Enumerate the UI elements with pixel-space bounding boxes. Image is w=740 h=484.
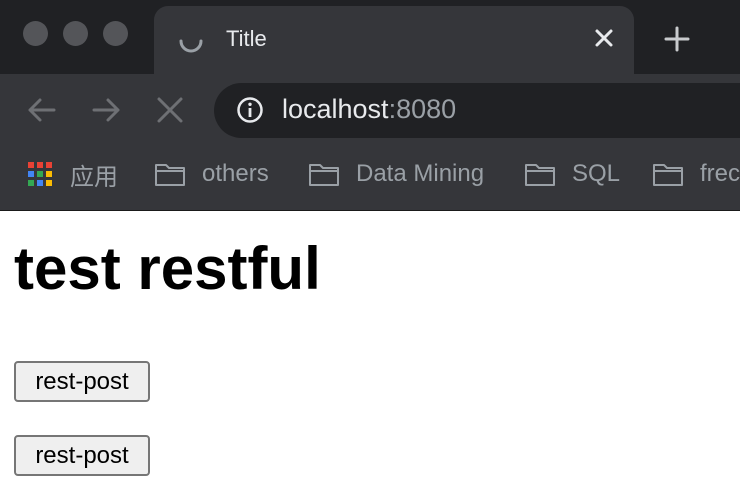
window-minimize-light[interactable] <box>63 21 88 46</box>
bookmark-others[interactable]: others <box>154 156 269 192</box>
window-close-light[interactable] <box>23 21 48 46</box>
bookmark-label: SQL <box>572 160 621 187</box>
bookmark-label: 应用 <box>70 163 118 191</box>
browser-chrome: Title localhost:8080 应用 others Data Mini… <box>0 0 740 211</box>
page-content: test restful rest-post rest-post <box>0 211 740 484</box>
loading-spinner-icon <box>179 39 203 53</box>
url-text[interactable]: localhost:8080 <box>282 94 456 125</box>
window-zoom-light[interactable] <box>103 21 128 46</box>
url-port: :8080 <box>388 94 457 124</box>
tab-strip: Title <box>0 0 740 74</box>
page-heading: test restful <box>14 235 321 302</box>
folder-icon <box>653 164 683 186</box>
bookmark-frec[interactable]: frec <box>652 156 740 192</box>
tab-close-icon[interactable] <box>590 24 618 52</box>
rest-post-button[interactable]: rest-post <box>14 435 150 476</box>
address-bar[interactable]: localhost:8080 <box>214 83 740 138</box>
forward-arrow-icon[interactable] <box>88 92 124 128</box>
bookmark-apps[interactable]: 应用 <box>28 156 118 192</box>
bookmark-label: others <box>202 160 269 187</box>
bookmark-label: frec <box>700 160 740 187</box>
new-tab-icon[interactable] <box>662 24 692 54</box>
bookmark-data-mining[interactable]: Data Mining <box>308 156 484 192</box>
back-arrow-icon[interactable] <box>24 92 60 128</box>
site-info-icon[interactable] <box>236 96 264 124</box>
bookmark-label: Data Mining <box>356 160 485 187</box>
tab-active[interactable]: Title <box>154 6 634 74</box>
bookmark-sql[interactable]: SQL <box>524 156 620 192</box>
stop-loading-icon[interactable] <box>152 92 188 128</box>
url-host: localhost <box>282 94 389 124</box>
folder-icon <box>155 164 185 186</box>
folder-icon <box>525 164 555 186</box>
apps-grid-icon <box>28 162 52 186</box>
rest-post-button[interactable]: rest-post <box>14 361 150 402</box>
folder-icon <box>309 164 339 186</box>
tab-title: Title <box>226 26 267 51</box>
